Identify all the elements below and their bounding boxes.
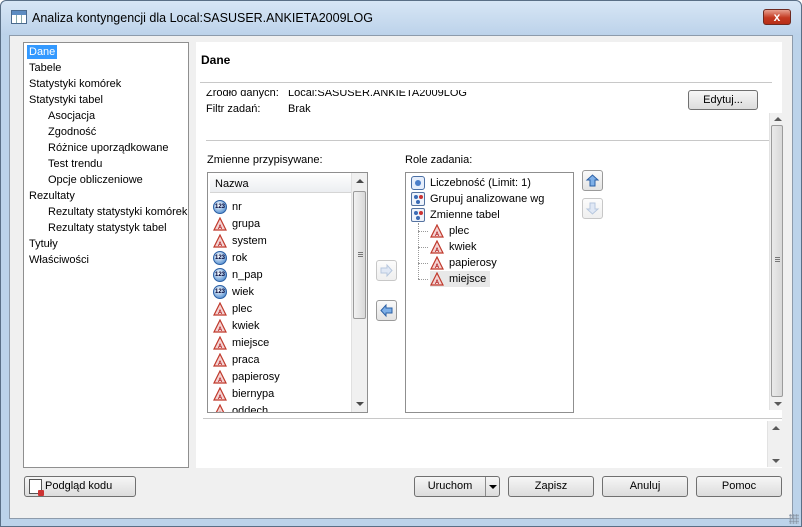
roles-label: Role zadania: (405, 154, 473, 166)
character-variable-icon: A (213, 370, 227, 384)
edit-button[interactable]: Edytuj... (688, 90, 758, 110)
nav-item-statystyki-tabel[interactable]: Statystyki tabel (27, 93, 105, 107)
data-page: Dane Źródło danych: Local:SASUSER.ANKIET… (196, 42, 784, 468)
title-bar: Analiza kontyngencji dla Local:SASUSER.A… (1, 1, 801, 35)
arrow-down-icon (585, 202, 600, 215)
cancel-button[interactable]: Anuluj (602, 476, 688, 497)
arrow-right-icon (380, 263, 393, 278)
save-button[interactable]: Zapisz (508, 476, 594, 497)
run-button[interactable]: Uruchom (414, 476, 500, 497)
move-right-button[interactable] (376, 260, 397, 281)
resize-grip[interactable] (789, 514, 799, 524)
table-icon (11, 10, 27, 24)
nav-item-tytuly[interactable]: Tytuły (27, 237, 60, 251)
move-down-button[interactable] (582, 198, 603, 219)
nav-item-roznice-uporzadkowane[interactable]: Różnice uporządkowane (46, 141, 170, 155)
character-variable-icon: A (213, 319, 227, 333)
scroll-up-icon[interactable] (356, 179, 364, 183)
table-variable-item[interactable]: Amiejsce (430, 271, 490, 287)
numeric-variable-icon: 123 (213, 251, 227, 265)
character-variable-icon: A (430, 256, 444, 270)
nav-item-zgodnosc[interactable]: Zgodność (46, 125, 98, 139)
frequency-icon (411, 176, 425, 190)
variables-list[interactable]: Nazwa 123 nr Agrupa Asystem 123 rok 123 n_pap 12… (207, 172, 368, 413)
numeric-variable-icon: 123 (213, 200, 227, 214)
scroll-down-icon[interactable] (356, 402, 364, 406)
nav-item-rezultaty-statystyk-tabel[interactable]: Rezultaty statystyk tabel (46, 221, 169, 235)
nav-tree: Dane Tabele Statystyki komórek Statystyk… (23, 42, 189, 468)
character-variable-icon: A (213, 404, 227, 412)
scroll-down-icon[interactable] (772, 459, 780, 463)
numeric-variable-icon: 123 (213, 268, 227, 282)
character-variable-icon: A (430, 240, 444, 254)
scroll-thumb[interactable] (353, 191, 366, 319)
nav-item-statystyki-komorek[interactable]: Statystyki komórek (27, 77, 123, 91)
character-variable-icon: A (213, 336, 227, 350)
scroll-thumb[interactable] (771, 125, 783, 397)
character-variable-icon: A (213, 387, 227, 401)
scroll-down-icon[interactable] (774, 402, 782, 406)
table-vars-icon (411, 208, 425, 222)
description-scrollbar[interactable] (767, 421, 782, 467)
filter-value: Brak (288, 103, 311, 115)
scroll-up-icon[interactable] (772, 426, 780, 430)
move-left-button[interactable] (376, 300, 397, 321)
numeric-variable-icon: 123 (213, 285, 227, 299)
nav-item-opcje-obliczeniowe[interactable]: Opcje obliczeniowe (46, 173, 145, 187)
character-variable-icon: A (213, 302, 227, 316)
arrow-left-icon (380, 303, 393, 318)
nav-item-dane[interactable]: Dane (27, 45, 58, 59)
scroll-up-icon[interactable] (774, 117, 782, 121)
page-scrollbar[interactable] (769, 113, 784, 410)
filter-label: Filtr zadań: (206, 103, 261, 115)
move-up-button[interactable] (582, 170, 603, 191)
nav-item-asocjacja[interactable]: Asocjacja (46, 109, 97, 123)
chevron-down-icon[interactable] (489, 485, 497, 489)
window-title: Analiza kontyngencji dla Local:SASUSER.A… (32, 11, 373, 25)
variables-scrollbar[interactable] (351, 173, 367, 412)
arrow-up-icon (585, 174, 600, 187)
character-variable-icon: A (213, 217, 227, 231)
close-button[interactable]: x (763, 9, 791, 25)
preview-code-button[interactable]: Podgląd kodu (24, 476, 136, 497)
group-icon (411, 192, 425, 206)
page-title: Dane (201, 53, 231, 67)
character-variable-icon: A (213, 353, 227, 367)
divider (206, 140, 772, 141)
variables-label: Zmienne przypisywane: (207, 154, 323, 166)
nav-item-rezultaty-statystyki-komorek[interactable]: Rezultaty statystyki komórek (46, 205, 189, 219)
description-panel (203, 418, 782, 468)
character-variable-icon: A (430, 272, 444, 286)
character-variable-icon: A (213, 234, 227, 248)
help-button[interactable]: Pomoc (696, 476, 782, 497)
nav-item-wlasciwosci[interactable]: Właściwości (27, 253, 91, 267)
nav-item-test-trendu[interactable]: Test trendu (46, 157, 104, 171)
nav-item-rezultaty[interactable]: Rezultaty (27, 189, 77, 203)
dialog-client: Dane Tabele Statystyki komórek Statystyk… (9, 35, 793, 519)
nav-item-tabele[interactable]: Tabele (27, 61, 63, 75)
dialog-window: Analiza kontyngencji dla Local:SASUSER.A… (0, 0, 802, 527)
character-variable-icon: A (430, 224, 444, 238)
code-preview-icon (29, 479, 44, 496)
roles-tree[interactable]: Liczebność (Limit: 1) Grupuj analizowane… (405, 172, 574, 413)
column-header-nazwa[interactable]: Nazwa (210, 175, 352, 193)
